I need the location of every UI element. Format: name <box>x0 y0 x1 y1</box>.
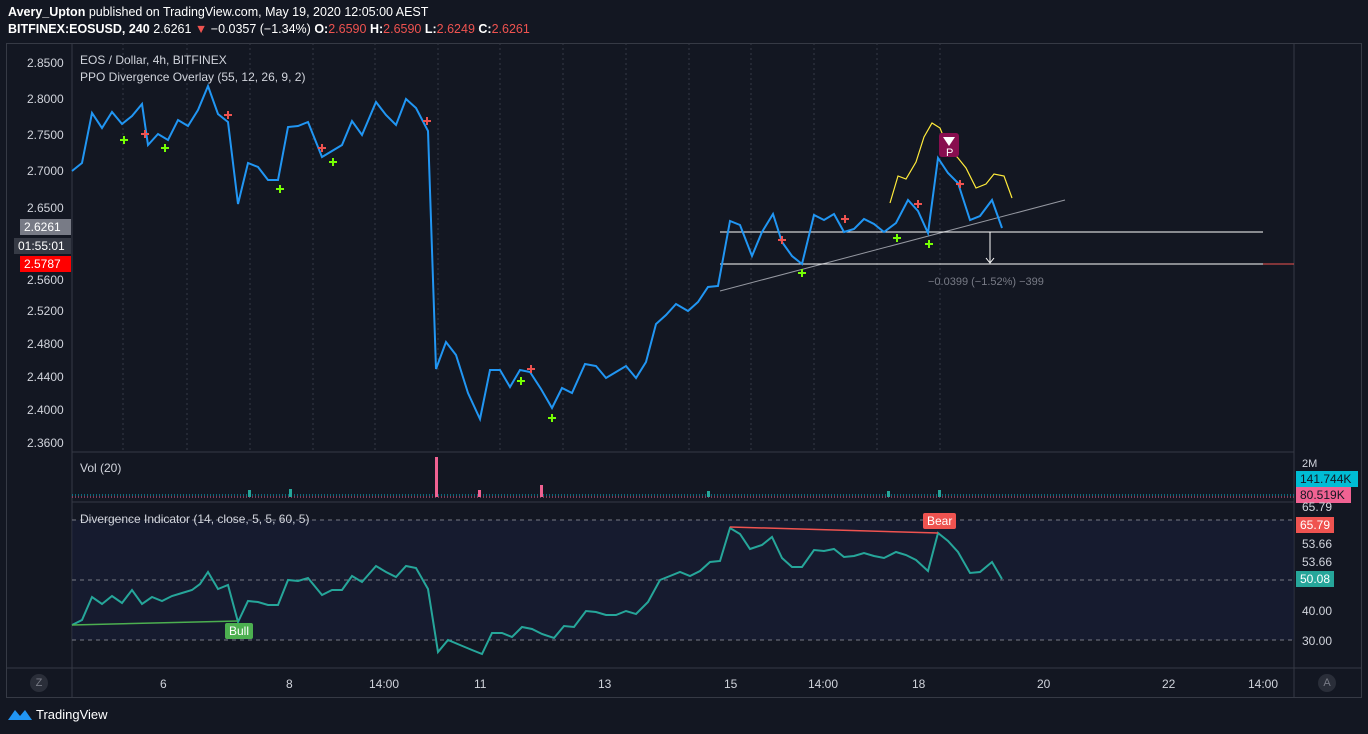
y-tick: 2.7500 <box>27 128 64 142</box>
x-tick: 20 <box>1037 677 1051 691</box>
y-tick: 2.8000 <box>27 92 64 106</box>
x-tick: 6 <box>160 677 167 691</box>
main-pane-title[interactable]: EOS / Dollar, 4h, BITFINEX <box>80 53 227 67</box>
brand-name: TradingView <box>36 707 108 722</box>
x-tick: 22 <box>1162 677 1176 691</box>
volume-title[interactable]: Vol (20) <box>80 461 121 475</box>
indicator-y-tick: 30.00 <box>1302 634 1333 648</box>
x-tick: 18 <box>912 677 926 691</box>
overlay-title[interactable]: PPO Divergence Overlay (55, 12, 26, 9, 2… <box>80 70 305 84</box>
last-price-tag: 2.6261 <box>20 219 71 235</box>
y-tick: 2.4000 <box>27 403 64 417</box>
y-tick: 2.5600 <box>27 273 64 287</box>
chart-canvas[interactable] <box>0 0 1368 734</box>
indicator-y-tick: 53.66 <box>1302 555 1333 569</box>
x-tick: 8 <box>286 677 293 691</box>
buy-signals <box>120 136 933 422</box>
y-tick: 2.4400 <box>27 370 64 384</box>
indicator-y-tick: 53.66 <box>1302 537 1333 551</box>
y-tick: 2.8500 <box>27 56 64 70</box>
y-tick: 2.7000 <box>27 164 64 178</box>
indicator-y-tick: 40.00 <box>1302 604 1333 618</box>
indicator-tag-green: 50.08 <box>1296 571 1335 587</box>
bull-label: Bull <box>225 623 254 639</box>
footer-brand[interactable]: TradingView <box>8 707 108 722</box>
zoom-button[interactable]: Z <box>30 674 48 692</box>
x-tick: 11 <box>474 677 487 691</box>
bear-label: Bear <box>923 513 957 529</box>
y-tick: 2.4800 <box>27 337 64 351</box>
indicator-title[interactable]: Divergence Indicator (14, close, 5, 5, 6… <box>80 512 309 526</box>
volume-scale: 2M <box>1302 458 1318 470</box>
tradingview-logo-icon <box>8 709 32 720</box>
y-tick: 2.5200 <box>27 304 64 318</box>
auto-scale-button[interactable]: A <box>1318 674 1336 692</box>
price-line <box>71 83 1003 423</box>
x-tick: 15 <box>724 677 738 691</box>
p-marker-label: P <box>946 147 954 159</box>
countdown-tag: 01:55:01 <box>14 238 71 254</box>
indicator-y-tick: 65.79 <box>1302 500 1333 514</box>
y-tick: 2.6500 <box>27 201 64 215</box>
volume-bars <box>72 457 1294 498</box>
indicator-tag-red: 65.79 <box>1296 517 1335 533</box>
x-tick: 14:00 <box>808 677 839 691</box>
x-tick: 13 <box>598 677 612 691</box>
x-tick: 14:00 <box>369 677 400 691</box>
level-price-tag: 2.5787 <box>20 256 71 272</box>
x-tick: 14:00 <box>1248 677 1279 691</box>
measure-label: −0.0399 (−1.52%) −399 <box>928 276 1044 288</box>
sell-signals <box>141 111 964 373</box>
y-tick: 2.3600 <box>27 436 64 450</box>
volume-tag: 141.744K <box>1296 471 1358 487</box>
